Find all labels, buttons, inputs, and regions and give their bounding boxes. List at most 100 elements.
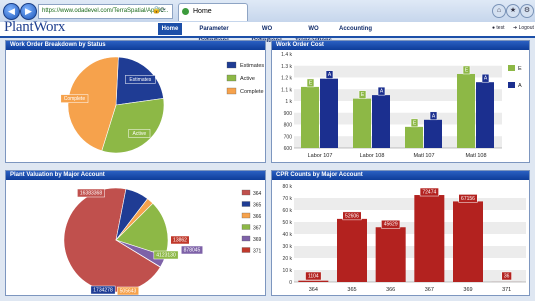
y-tick-label: 1.3 k: [281, 64, 292, 70]
x-tick-label: Labor 107: [308, 153, 333, 159]
grid-band: [294, 198, 526, 210]
y-tick-label: 10 k: [283, 268, 293, 274]
legend-swatch: [241, 235, 251, 242]
cpr-counts-chart: 0 10 k 20 k 30 k 40 k 50 k 60 k 70 k 80 k 1104 36 4…: [283, 184, 526, 293]
back-arrow-icon[interactable]: ◀: [3, 3, 20, 20]
bar-a: [424, 119, 442, 148]
legend-swatch: [241, 201, 251, 207]
refresh-icon[interactable]: ⟳: [160, 6, 166, 14]
y-tick-label: 800: [284, 123, 293, 129]
plant-valuation-panel: Plant Valuation by Major Account 1638336…: [5, 170, 266, 296]
legend-swatch: [241, 212, 251, 219]
grid-band: [294, 222, 526, 234]
bar-data-label: 1104: [308, 274, 319, 280]
cpr-counts-panel: CPR Counts by Major Account 0 10 k 20 k 30 …: [271, 170, 530, 296]
x-tick-label: 366: [386, 287, 395, 293]
y-tick-label: 600: [284, 146, 293, 152]
pie-data-label: Active: [132, 131, 146, 137]
bar-data-label: 45629: [384, 222, 398, 228]
bar-a: [320, 78, 338, 148]
pie-data-label: Complete: [64, 96, 86, 102]
pie-data-label: 13862: [173, 238, 187, 244]
browser-toolbar: ◀ ▶ https://www.odadevel.com/TerraSpatia…: [0, 0, 535, 23]
home-icon[interactable]: ⌂: [492, 4, 506, 18]
app-logo: PlantWorx: [4, 19, 66, 35]
logout-icon: ➜: [513, 25, 518, 31]
x-tick-label: 367: [425, 287, 434, 293]
legend-swatch: [226, 74, 237, 82]
pie-data-label: 878045: [184, 248, 201, 254]
nav-wo-definitions[interactable]: WO Definitions: [246, 23, 288, 44]
plant-valuation-chart: 16383368 1734278 505643 4123130 878045 13862 3…: [63, 187, 262, 295]
bar-data-label: 52606: [345, 213, 359, 219]
x-tick-label: 371: [502, 287, 511, 293]
bar-a: [372, 95, 390, 148]
nav-parameter-definitions[interactable]: Parameter Definitions: [185, 23, 243, 44]
wo-cost-chart: 600 700 800 900 1 k 1.1 k 1.2 k 1.3 k 1.4 k E A Lab…: [281, 52, 522, 159]
bar: [298, 280, 329, 282]
pie-data-label: Estimates: [129, 77, 151, 83]
y-tick-label: 80 k: [283, 184, 293, 190]
bar-a: [476, 82, 494, 148]
x-tick-label: Matl 107: [413, 153, 434, 159]
y-tick-label: 30 k: [283, 244, 293, 250]
legend-swatch: [226, 87, 237, 95]
wo-breakdown-panel: Work Order Breakdown by Status Estimates…: [5, 40, 266, 163]
settings-gear-icon[interactable]: ⚙: [520, 4, 534, 18]
y-tick-label: 1.2 k: [281, 76, 292, 82]
bar: [375, 227, 406, 282]
y-tick-label: 0: [289, 280, 292, 286]
x-tick-label: Labor 108: [360, 153, 385, 159]
bar-e: [457, 73, 475, 148]
grid-band: [294, 270, 526, 282]
legend-label: 366: [253, 214, 262, 220]
legend-label: E: [518, 66, 522, 72]
y-tick-label: 50 k: [283, 220, 293, 226]
legend-label: Estimates: [240, 63, 264, 69]
legend-swatch: [241, 189, 251, 196]
bar-data-label: 72474: [422, 190, 436, 196]
bar: [337, 218, 367, 282]
legend-swatch: [508, 82, 515, 88]
y-tick-label: 40 k: [283, 232, 293, 238]
bar-data-label: 67156: [461, 196, 475, 202]
user-name[interactable]: ● test: [492, 25, 504, 31]
pie-data-label: 1734278: [93, 288, 113, 294]
bar-e: [301, 86, 319, 148]
wo-cost-panel: Work Order Cost 600 700 800 900 1 k 1.1 k 1.2 …: [271, 40, 530, 163]
pie-data-label: 505643: [120, 289, 137, 295]
x-tick-label: 369: [463, 287, 472, 293]
y-tick-label: 900: [284, 111, 293, 117]
y-tick-label: 20 k: [283, 256, 293, 262]
bar: [453, 201, 483, 282]
pie-data-label: 4123130: [156, 253, 176, 259]
pie-data-label: 16383368: [80, 191, 102, 197]
y-tick-label: 1.4 k: [281, 52, 292, 58]
legend-swatch: [226, 61, 237, 69]
logout-link[interactable]: ➜ Logout: [513, 25, 534, 31]
wo-breakdown-chart: Estimates Active Complete Estimates Active Co…: [60, 56, 264, 154]
panel-title: Work Order Breakdown by Status: [6, 41, 265, 50]
bar: [414, 195, 445, 282]
legend-swatch: [508, 65, 515, 71]
favorites-star-icon[interactable]: ★: [506, 4, 520, 18]
y-tick-label: 700: [284, 134, 293, 140]
y-tick-label: 60 k: [283, 208, 293, 214]
y-tick-label: 1 k: [285, 99, 292, 105]
panel-title: Plant Valuation by Major Account: [6, 171, 265, 180]
x-tick-label: 365: [347, 287, 356, 293]
legend-swatch: [241, 224, 251, 230]
panel-title: CPR Counts by Major Account: [272, 171, 529, 180]
bar-e: [353, 98, 371, 148]
y-tick-label: 70 k: [283, 196, 293, 202]
user-icon: ●: [492, 25, 496, 31]
y-tick-label: 1.1 k: [281, 87, 292, 93]
forward-arrow-icon[interactable]: ▶: [20, 3, 37, 20]
nav-wo-transactions[interactable]: WO Transactions: [291, 23, 336, 44]
legend-label: 371: [253, 249, 262, 255]
nav-home[interactable]: Home: [158, 23, 182, 35]
bar-data-label: 36: [504, 274, 510, 280]
header-divider: [0, 36, 535, 38]
nav-accounting[interactable]: Accounting: [339, 23, 372, 35]
legend-label: Complete: [240, 89, 264, 95]
